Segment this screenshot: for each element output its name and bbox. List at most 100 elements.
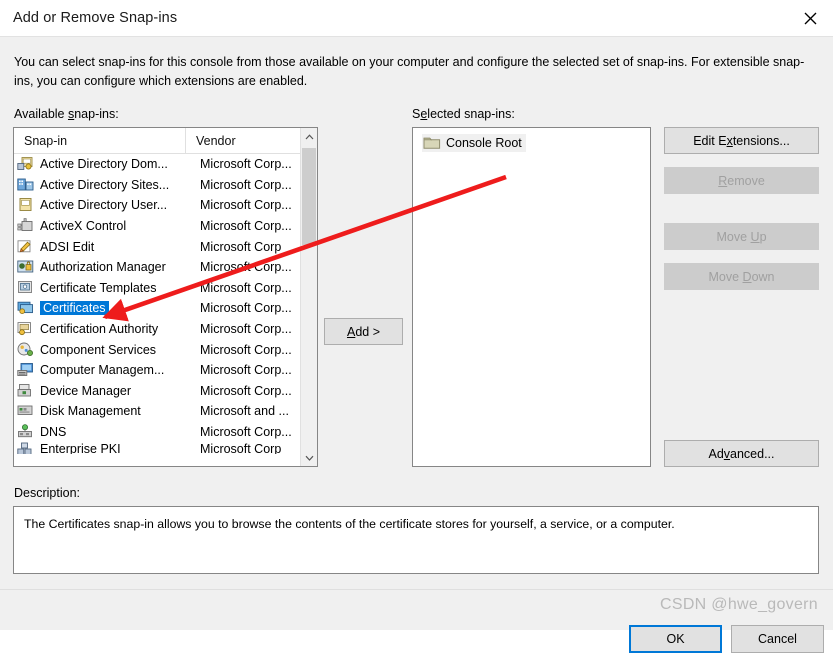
vendor-cell: Microsoft and ...: [200, 404, 289, 419]
snapin-name-cell: Enterprise PKI: [40, 442, 121, 455]
close-button[interactable]: [787, 0, 833, 36]
chevron-down-icon: [305, 455, 313, 461]
vendor-cell: Microsoft Corp...: [200, 363, 292, 378]
component-services-icon: [17, 342, 33, 356]
table-row[interactable]: Device Manager Microsoft Corp...: [14, 381, 317, 402]
computer-management-icon: [17, 362, 39, 378]
add-button-label: Add >: [346, 324, 381, 339]
snapin-name-cell: Device Manager: [40, 383, 132, 398]
vendor-cell: Microsoft Corp...: [200, 301, 292, 316]
available-snapins-list[interactable]: Snap-in Vendor Active Directory Dom... Mi…: [13, 127, 318, 467]
list-scrollbar[interactable]: [300, 128, 317, 466]
device-manager-icon: [17, 383, 39, 399]
folder-icon: [423, 135, 441, 150]
table-row[interactable]: Certificate Templates Microsoft Corp...: [14, 278, 317, 299]
move-up-button: Move Up: [664, 223, 819, 250]
vendor-cell: Microsoft Corp...: [200, 280, 292, 295]
table-row[interactable]: Certificates Microsoft Corp...: [14, 298, 317, 319]
move-down-label: Move Down: [708, 269, 775, 284]
ad-domains-icon: [17, 156, 39, 172]
footer-divider: [0, 589, 833, 590]
vendor-cell: Microsoft Corp...: [200, 425, 292, 440]
table-row[interactable]: Certification Authority Microsoft Corp...: [14, 319, 317, 340]
enterprise-pki-icon: [17, 442, 39, 455]
list-rows: Active Directory Dom... Microsoft Corp...…: [14, 154, 317, 466]
scroll-down-button[interactable]: [301, 449, 317, 466]
component-services-icon: [17, 342, 39, 358]
table-row[interactable]: Disk Management Microsoft and ...: [14, 401, 317, 422]
table-row[interactable]: Active Directory Sites... Microsoft Corp.…: [14, 175, 317, 196]
list-header: Snap-in Vendor: [14, 128, 317, 154]
ad-sites-icon: [17, 177, 39, 193]
column-header-snapin[interactable]: Snap-in: [14, 128, 186, 154]
certification-authority-icon: [17, 322, 31, 336]
selected-snapins-label: Selected snap-ins:: [412, 107, 515, 121]
vendor-cell: Microsoft Corp: [200, 239, 282, 254]
adsi-edit-icon: [17, 240, 31, 252]
snapin-name-cell: Active Directory Dom...: [40, 157, 168, 172]
enterprise-pki-icon: [17, 442, 32, 455]
table-row[interactable]: Active Directory Dom... Microsoft Corp...: [14, 154, 317, 175]
remove-button: Remove: [664, 167, 819, 194]
intro-line-1: You can select snap-ins for this console…: [14, 55, 770, 69]
computer-management-icon: [17, 363, 33, 377]
cancel-button[interactable]: Cancel: [731, 625, 824, 653]
ad-sites-icon: [17, 178, 34, 191]
selected-snapins-list[interactable]: Console Root: [412, 127, 651, 467]
snapin-name-cell: Certification Authority: [40, 322, 159, 337]
table-row[interactable]: ADSI Edit Microsoft Corp: [14, 236, 317, 257]
ad-domains-icon: [17, 157, 33, 171]
adsi-edit-icon: [17, 239, 39, 255]
snapin-name-cell: Disk Management: [40, 404, 141, 419]
list-item[interactable]: Console Root: [422, 134, 526, 152]
add-button[interactable]: Add >: [324, 318, 403, 345]
certification-authority-icon: [17, 321, 39, 337]
edit-extensions-button[interactable]: Edit Extensions...: [664, 127, 819, 154]
table-row[interactable]: Active Directory User... Microsoft Corp..…: [14, 195, 317, 216]
scroll-thumb[interactable]: [302, 148, 316, 245]
description-label: Description:: [14, 486, 80, 500]
snapin-name-cell: DNS: [40, 425, 67, 440]
advanced-button[interactable]: Advanced...: [664, 440, 819, 467]
advanced-label: Advanced...: [708, 446, 775, 461]
snapin-name-cell: ADSI Edit: [40, 239, 95, 254]
snapin-name-cell: Active Directory User...: [40, 198, 168, 213]
table-row[interactable]: ActiveX Control Microsoft Corp...: [14, 216, 317, 237]
certificate-templates-icon: [18, 280, 32, 293]
table-row[interactable]: Computer Managem... Microsoft Corp...: [14, 360, 317, 381]
chevron-up-icon: [305, 133, 313, 139]
table-row[interactable]: Component Services Microsoft Corp...: [14, 339, 317, 360]
authorization-manager-icon: [17, 260, 34, 273]
vendor-cell: Microsoft Corp: [200, 442, 282, 455]
cancel-button-label: Cancel: [758, 632, 797, 646]
scroll-up-button[interactable]: [301, 128, 317, 145]
table-row[interactable]: Authorization Manager Microsoft Corp...: [14, 257, 317, 278]
ok-button[interactable]: OK: [629, 625, 722, 653]
intro-text: You can select snap-ins for this console…: [14, 53, 814, 91]
dns-icon: [17, 424, 39, 440]
ad-users-icon: [19, 198, 32, 212]
snapin-name-cell: Authorization Manager: [40, 260, 166, 275]
edit-extensions-label: Edit Extensions...: [693, 133, 790, 148]
snapin-name-cell: Certificates: [39, 301, 190, 316]
title-bar: Add or Remove Snap-ins: [0, 0, 833, 36]
certificate-templates-icon: [17, 280, 39, 296]
snapin-name-cell: Computer Managem...: [40, 363, 165, 378]
remove-label: Remove: [718, 173, 765, 188]
authorization-manager-icon: [17, 259, 39, 275]
table-row[interactable]: Enterprise PKI Microsoft Corp: [14, 442, 317, 455]
ad-users-icon: [17, 197, 39, 213]
vendor-cell: Microsoft Corp...: [200, 177, 292, 192]
certificates-icon: [17, 300, 39, 316]
activex-icon: [17, 218, 39, 234]
column-header-vendor[interactable]: Vendor: [186, 128, 301, 154]
list-item-label: Console Root: [446, 135, 522, 150]
vendor-cell: Microsoft Corp...: [200, 198, 292, 213]
table-row[interactable]: DNS Microsoft Corp...: [14, 422, 317, 443]
vendor-cell: Microsoft Corp...: [200, 383, 292, 398]
device-manager-icon: [17, 383, 31, 397]
dns-icon: [18, 424, 32, 438]
vendor-cell: Microsoft Corp...: [200, 157, 292, 172]
activex-icon: [17, 218, 33, 232]
description-text: The Certificates snap-in allows you to b…: [24, 517, 675, 531]
